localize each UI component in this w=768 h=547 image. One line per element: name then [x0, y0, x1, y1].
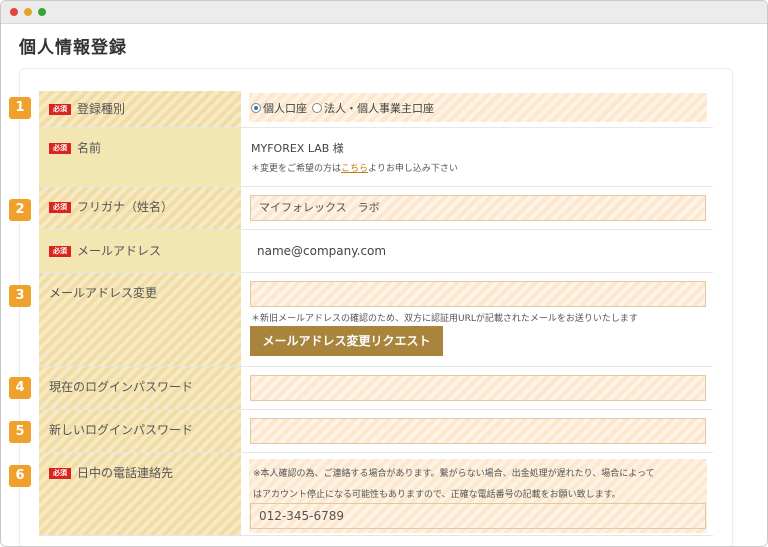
email-change-request-button[interactable]: メールアドレス変更リクエスト [250, 326, 443, 356]
row-email-change: メールアドレス変更 ＊新旧メールアドレスの確認のため、双方に認証用URLが記載さ… [39, 273, 713, 367]
field-label: 必須 名前 [49, 139, 101, 156]
radio-unchecked-icon [312, 103, 322, 113]
label-cell: 必須 日中の電話連絡先 [39, 453, 241, 535]
phone-note-line1: ※本人確認の為、ご連絡する場合があります。繋がらない場合、出金処理が遅れたり、場… [253, 469, 655, 479]
note-text: よりお申し込み下さい [368, 164, 458, 174]
step-badge-2: 2 [9, 199, 31, 221]
field-label: 必須 フリガナ（姓名） [49, 198, 173, 215]
required-badge: 必須 [49, 246, 71, 257]
label-cell: 必須 名前 [39, 128, 241, 186]
label-cell: 必須 登録種別 [39, 91, 241, 127]
step-badge-5: 5 [9, 421, 31, 443]
required-badge: 必須 [49, 202, 71, 213]
step-badge-3: 3 [9, 285, 31, 307]
radio-option-corporate[interactable]: 法人・個人事業主口座 [312, 100, 434, 116]
minimize-window-icon[interactable] [24, 8, 32, 16]
email-value: name@company.com [257, 244, 387, 258]
radio-checked-icon [251, 103, 261, 113]
row-furigana: 必須 フリガナ（姓名） マイフォレックス ラボ [39, 187, 713, 230]
label-cell: 必須 フリガナ（姓名） [39, 187, 241, 229]
daytime-phone-label: 日中の電話連絡先 [77, 466, 174, 480]
furigana-label: フリガナ（姓名） [77, 200, 174, 214]
field-label: 必須 登録種別 [49, 100, 125, 117]
label-cell: メールアドレス変更 [39, 273, 241, 366]
row-account-type: 必須 登録種別 個人口座 法人・個人事業主口座 [39, 91, 713, 128]
row-current-password: 現在のログインパスワード [39, 367, 713, 410]
name-label: 名前 [77, 141, 102, 155]
label-cell: 現在のログインパスワード [39, 367, 241, 409]
email-change-note: ＊新旧メールアドレスの確認のため、双方に認証用URLが記載されたメールをお送りい… [251, 314, 638, 324]
step-badge-6: 6 [9, 465, 31, 487]
account-type-label: 登録種別 [77, 102, 126, 116]
new-password-input[interactable] [250, 418, 706, 444]
radio-option-label: 法人・個人事業主口座 [324, 102, 434, 115]
name-change-note: ＊変更をご希望の方はこちらよりお申し込み下さい [251, 161, 458, 174]
current-password-label: 現在のログインパスワード [49, 380, 194, 394]
account-type-options: 個人口座 法人・個人事業主口座 [249, 93, 707, 122]
row-new-password: 新しいログインパスワード [39, 410, 713, 453]
new-email-input[interactable] [250, 281, 706, 307]
daytime-phone-area: ※本人確認の為、ご連絡する場合があります。繋がらない場合、出金処理が遅れたり、場… [249, 459, 707, 533]
row-daytime-phone: 必須 日中の電話連絡先 ※本人確認の為、ご連絡する場合があります。繋がらない場合、… [39, 453, 713, 536]
email-change-label: メールアドレス変更 [49, 286, 158, 300]
furigana-input[interactable]: マイフォレックス ラボ [250, 195, 706, 221]
maximize-window-icon[interactable] [38, 8, 46, 16]
note-text: ＊変更をご希望の方は [251, 164, 342, 174]
phone-note-line2: はアカウント停止になる可能性もありますので、正確な電話番号の記載をお願い致します… [253, 490, 621, 500]
daytime-phone-input[interactable]: 012-345-6789 [250, 503, 706, 529]
current-password-input[interactable] [250, 375, 706, 401]
label-cell: 新しいログインパスワード [39, 410, 241, 452]
email-label: メールアドレス [77, 244, 162, 258]
step-badge-4: 4 [9, 377, 31, 399]
name-change-link[interactable]: こちら [341, 164, 368, 174]
radio-option-individual[interactable]: 個人口座 [251, 100, 307, 116]
browser-window: 個人情報登録 1 必須 登録種別 個人口座 法人・個人事業主口座 必須 名前 MYF… [0, 0, 768, 547]
label-cell: 必須 メールアドレス [39, 230, 241, 272]
close-window-icon[interactable] [10, 8, 18, 16]
field-label: 必須 日中の電話連絡先 [49, 464, 173, 481]
step-badge-1: 1 [9, 97, 31, 119]
new-password-label: 新しいログインパスワード [49, 423, 194, 437]
radio-option-label: 個人口座 [263, 102, 307, 115]
row-email: 必須 メールアドレス name@company.com [39, 230, 713, 273]
window-titlebar [1, 1, 767, 24]
required-badge: 必須 [49, 143, 71, 154]
row-name: 必須 名前 MYFOREX LAB 様 ＊変更をご希望の方はこちらよりお申し込み下… [39, 128, 713, 187]
page-title: 個人情報登録 [19, 38, 127, 58]
required-badge: 必須 [49, 468, 71, 479]
field-label: 必須 メールアドレス [49, 242, 161, 259]
name-value: MYFOREX LAB 様 [251, 142, 344, 155]
required-badge: 必須 [49, 104, 71, 115]
